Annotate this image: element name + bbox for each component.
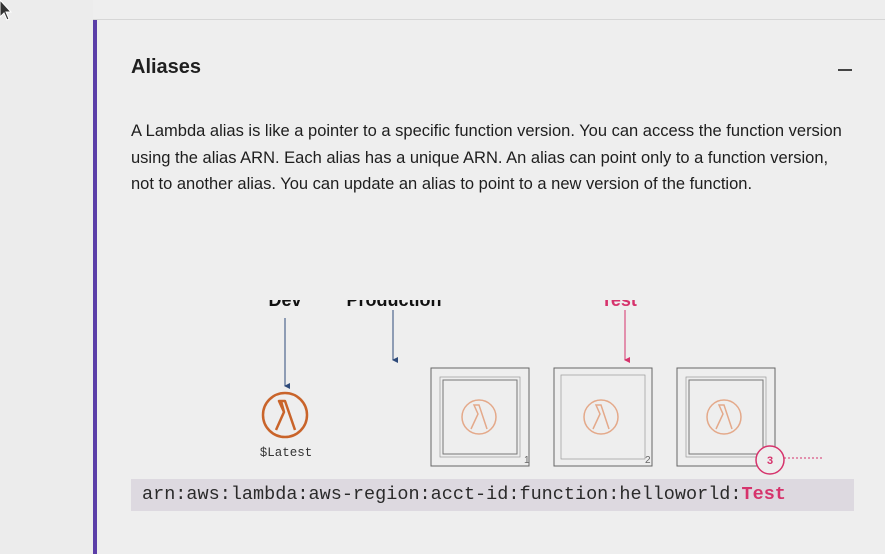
- mouse-pointer-icon: [0, 0, 12, 21]
- latest-label: $Latest: [260, 446, 313, 460]
- version-number-2: 2: [645, 455, 651, 466]
- collapse-button[interactable]: [833, 58, 857, 82]
- alias-label-production: Production: [347, 300, 442, 310]
- latest-lambda-icon: [261, 391, 309, 439]
- panel-description: A Lambda alias is like a pointer to a sp…: [131, 122, 842, 193]
- arn-alias-name: Test: [741, 484, 786, 505]
- alias-label-dev: Dev: [268, 300, 301, 310]
- alias-arn: arn:aws:lambda:aws-region:acct-id:functi…: [131, 479, 854, 511]
- panel-accent-bar: [93, 20, 97, 554]
- version-3-badge-number: 3: [767, 455, 773, 467]
- left-gutter: [0, 0, 93, 554]
- version-number-1: 1: [524, 455, 530, 466]
- version-box-1: [430, 367, 530, 467]
- alias-label-test: Test: [601, 300, 637, 310]
- aliases-panel: Aliases A Lambda alias is like a pointer…: [93, 20, 885, 554]
- previous-section-bottom: [93, 0, 885, 20]
- minus-icon: [838, 69, 852, 71]
- version-box-2: [553, 367, 653, 467]
- panel-title: Aliases: [131, 56, 202, 78]
- alias-diagram: Dev Production Test $Latest 1 2 3: [260, 300, 823, 475]
- arn-prefix: arn:aws:lambda:aws-region:acct-id:functi…: [142, 484, 742, 505]
